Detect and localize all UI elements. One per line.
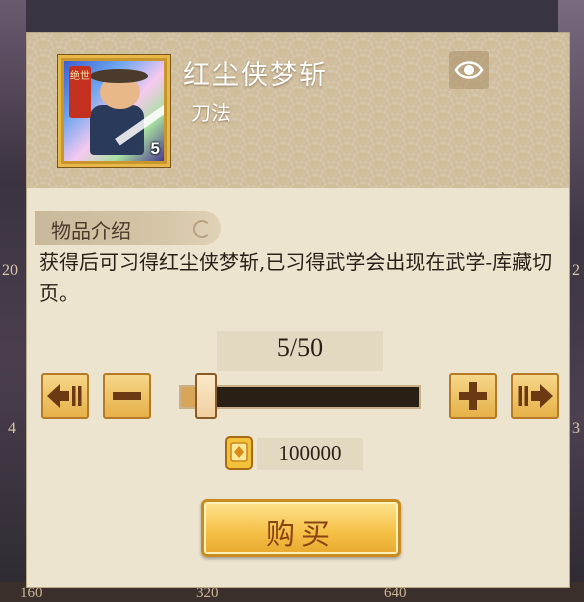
item-header: 绝世 5 红尘侠梦斩 刀法 — [27, 33, 569, 188]
section-title: 物品介绍 — [51, 219, 131, 243]
increase-quantity-button[interactable] — [449, 373, 497, 419]
arrow-right-bar-icon — [518, 384, 553, 408]
hero-hat-shape — [90, 69, 148, 83]
item-name: 红尘侠梦斩 — [183, 60, 328, 91]
item-description: 获得后可习得红尘侠梦斩,已习得武学会出现在武学-库藏切页。 — [39, 250, 553, 305]
buy-button[interactable]: 购买 — [201, 499, 401, 557]
background-number: 3 — [572, 420, 580, 437]
eye-icon — [454, 61, 484, 79]
price-amount: 100000 — [278, 441, 342, 465]
background-number: 2 — [572, 262, 580, 279]
minus-icon — [113, 392, 141, 400]
arrow-left-bar-icon — [47, 384, 82, 408]
price-display: 100000 — [257, 438, 363, 470]
min-quantity-button[interactable] — [41, 373, 89, 419]
plus-icon — [459, 382, 487, 410]
scroll-curl-icon — [193, 220, 211, 238]
quantity-text: 5/50 — [276, 333, 324, 362]
item-artwork: 绝世 5 — [64, 61, 164, 161]
background-number: 4 — [8, 420, 16, 437]
quantity-display: 5/50 — [217, 331, 383, 371]
decrease-quantity-button[interactable] — [103, 373, 151, 419]
item-detail-panel: 绝世 5 红尘侠梦斩 刀法 物品介绍 获得后可习得红尘侠梦斩,已习得武学会出现在… — [26, 32, 570, 588]
quantity-slider-thumb[interactable] — [195, 373, 218, 419]
item-level: 5 — [150, 139, 160, 158]
preview-button[interactable] — [449, 51, 489, 89]
max-quantity-button[interactable] — [511, 373, 559, 419]
item-icon[interactable]: 绝世 5 — [58, 55, 170, 167]
item-type: 刀法 — [191, 101, 231, 125]
section-tab-item-intro: 物品介绍 — [35, 211, 221, 245]
rarity-seal: 绝世 — [69, 66, 91, 118]
background-number: 20 — [2, 262, 18, 279]
gold-ingot-coin-icon — [225, 436, 253, 470]
buy-button-label: 购买 — [265, 517, 336, 551]
background-left-strip — [0, 0, 26, 602]
